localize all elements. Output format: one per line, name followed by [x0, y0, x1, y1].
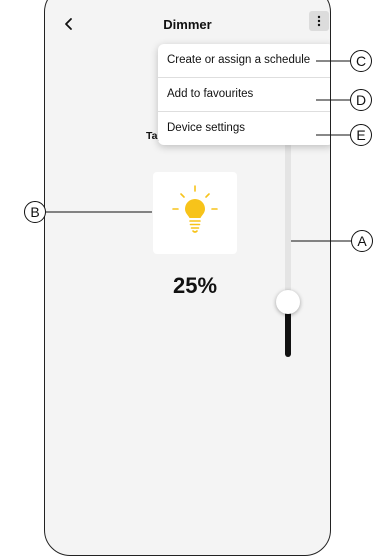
callout-d: D — [350, 89, 372, 111]
callout-c: C — [350, 50, 372, 72]
callout-a: A — [351, 230, 373, 252]
callout-e: E — [350, 124, 372, 146]
callout-b: B — [24, 201, 46, 223]
callout-lines — [46, 60, 351, 242]
